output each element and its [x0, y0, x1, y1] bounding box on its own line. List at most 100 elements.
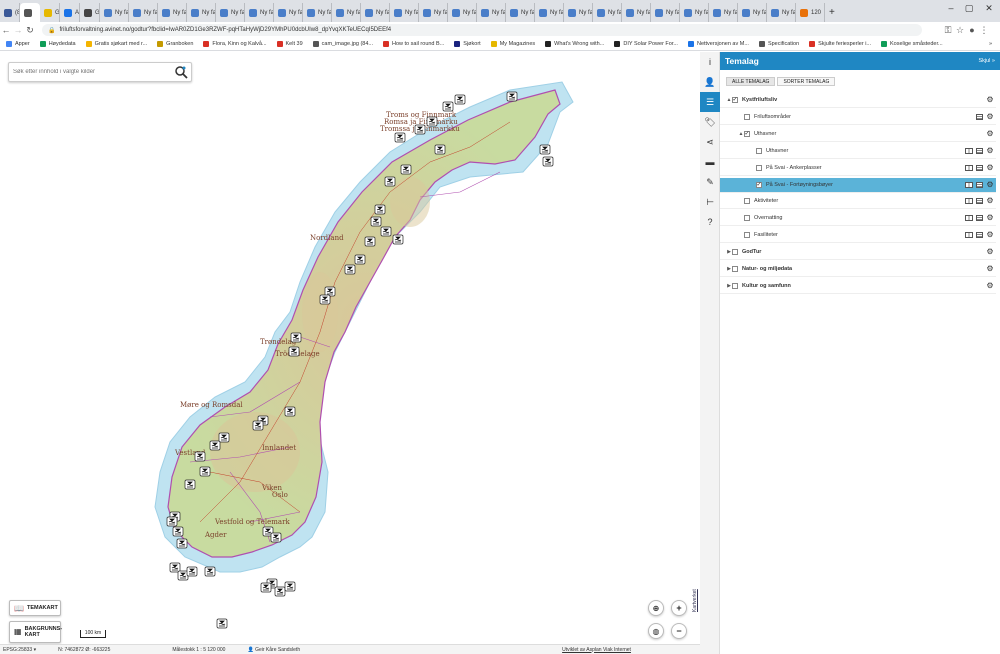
layer-settings-icon[interactable]: ⚙	[986, 231, 994, 239]
help-icon[interactable]: ?	[700, 212, 720, 232]
bookmark-item[interactable]: Høydedata	[39, 41, 76, 47]
browser-tab[interactable]: Ny fane	[506, 3, 535, 22]
layer-row[interactable]: På Svai - Ankerplasser ⚙	[720, 161, 996, 176]
maximize-window-button[interactable]: ▢	[962, 3, 976, 14]
tab-all-layers[interactable]: ALLE TEMALAG	[726, 77, 776, 86]
browser-tab[interactable]: Ny fane	[216, 3, 245, 22]
browser-tab[interactable]: Guli	[40, 3, 60, 22]
mooring-buoy-marker[interactable]	[506, 91, 518, 102]
mooring-buoy-marker[interactable]	[186, 566, 198, 577]
browser-tab[interactable]: Ny fane	[187, 3, 216, 22]
mooring-buoy-marker[interactable]	[184, 479, 196, 490]
bookmark-item[interactable]: Specification	[758, 41, 799, 47]
attribute-table-icon[interactable]	[976, 181, 983, 188]
layer-checkbox[interactable]	[744, 198, 750, 205]
layer-checkbox[interactable]	[756, 147, 762, 154]
bookmark-item[interactable]: Nettversjonen av M...	[687, 41, 749, 47]
browser-tab[interactable]: Ny fane	[651, 3, 680, 22]
mooring-buoy-marker[interactable]	[252, 420, 264, 431]
browser-tab[interactable]: Ny fane	[274, 3, 303, 22]
profile-avatar[interactable]: ●	[966, 25, 978, 35]
mooring-buoy-marker[interactable]	[426, 116, 438, 127]
mooring-buoy-marker[interactable]	[400, 164, 412, 175]
mooring-buoy-marker[interactable]	[199, 466, 211, 477]
bookmark-item[interactable]: cam_image.jpg (84...	[312, 41, 373, 47]
info-icon[interactable]: i	[700, 52, 720, 72]
layer-settings-icon[interactable]: ⚙	[986, 163, 994, 172]
mooring-buoy-marker[interactable]	[284, 406, 296, 417]
key-icon[interactable]: ⚿	[942, 25, 954, 36]
mooring-buoy-marker[interactable]	[542, 156, 554, 167]
browser-tab[interactable]: Ny fane	[390, 3, 419, 22]
locate-button[interactable]: ⊕	[648, 600, 664, 616]
bookmark-item[interactable]: Granboken	[157, 41, 193, 47]
close-window-button[interactable]: ✕	[982, 3, 996, 14]
browser-tab[interactable]: Goo	[80, 3, 100, 22]
mooring-buoy-marker[interactable]	[454, 94, 466, 105]
mooring-buoy-marker[interactable]	[204, 566, 216, 577]
mooring-buoy-marker[interactable]	[319, 294, 331, 305]
mooring-buoy-marker[interactable]	[414, 124, 426, 135]
developer-credit[interactable]: Utviklet av Asplan Viak Internet	[562, 647, 631, 653]
layer-row[interactable]: ▶ Natur- og miljødata ⚙	[720, 262, 996, 277]
menu-icon[interactable]: ⋮	[978, 25, 990, 36]
layer-checkbox[interactable]: ✓	[732, 97, 738, 103]
browser-tab[interactable]: Ny fane	[767, 3, 796, 22]
url-field[interactable]: 🔒 friluftsforvaltning.avinet.no/godtur?f…	[42, 24, 922, 36]
back-icon[interactable]: ←	[0, 25, 12, 35]
bookmark-item[interactable]: Koselige småsteder...	[881, 41, 943, 47]
zoom-in-button[interactable]: +	[671, 600, 687, 616]
attribution-link[interactable]: Kartverket	[692, 589, 698, 612]
layer-settings-icon[interactable]: ⚙	[986, 129, 994, 138]
mooring-buoy-marker[interactable]	[354, 254, 366, 265]
map-view[interactable]: Troms og Finnmark Romsa ja Finnmárku Tro…	[0, 52, 700, 644]
browser-tab[interactable]: Ny fane	[477, 3, 506, 22]
browser-tab[interactable]: Ny fane	[680, 3, 709, 22]
mooring-buoy-marker[interactable]	[177, 570, 189, 581]
browser-tab[interactable]: Ny fane	[448, 3, 477, 22]
browser-tab[interactable]: Ny fane	[100, 3, 129, 22]
minimize-window-button[interactable]: –	[944, 3, 958, 13]
bookmark-item[interactable]: What's Wrong with...	[545, 41, 604, 47]
layer-row[interactable]: ▶ Kultur og samfunn ⚙	[720, 279, 996, 294]
layer-checkbox[interactable]	[732, 282, 738, 289]
browser-tab[interactable]: Ny fane	[332, 3, 361, 22]
attribute-table-icon[interactable]	[976, 147, 983, 154]
legend-icon[interactable]	[965, 181, 973, 188]
browser-tab[interactable]: (8)	[0, 3, 20, 22]
browser-tab[interactable]: Ny fane	[535, 3, 564, 22]
mooring-buoy-marker[interactable]	[260, 582, 272, 593]
browser-tab[interactable]: Ny fane	[158, 3, 187, 22]
layer-checkbox[interactable]	[744, 215, 750, 222]
mooring-buoy-marker[interactable]	[384, 176, 396, 187]
bookmark-item[interactable]: Flora, Kinn og Kalvå...	[203, 41, 267, 47]
layer-settings-icon[interactable]: ⚙	[986, 96, 994, 104]
mooring-buoy-marker[interactable]	[169, 562, 181, 573]
layer-row[interactable]: ▲ ✓ Uthavner ⚙	[720, 127, 996, 142]
browser-tab[interactable]: Ny fane	[361, 3, 390, 22]
mooring-buoy-marker[interactable]	[392, 234, 404, 245]
measure-icon[interactable]: ⊢	[700, 192, 720, 212]
layers-icon[interactable]: ☰	[700, 92, 720, 112]
mooring-buoy-marker[interactable]	[394, 132, 406, 143]
mooring-buoy-marker[interactable]	[209, 440, 221, 451]
search-input[interactable]	[13, 69, 173, 75]
bookmark-item[interactable]: DIY Solar Power For...	[614, 41, 678, 47]
layer-settings-icon[interactable]: ⚙	[986, 265, 994, 273]
mooring-buoy-marker[interactable]	[176, 538, 188, 549]
mooring-buoy-marker[interactable]	[374, 204, 386, 215]
mooring-buoy-marker[interactable]	[290, 332, 302, 343]
layer-settings-icon[interactable]: ⚙	[986, 112, 994, 121]
legend-icon[interactable]	[965, 232, 973, 239]
layer-checkbox[interactable]	[732, 249, 738, 256]
mooring-buoy-marker[interactable]	[539, 144, 551, 155]
layer-settings-icon[interactable]: ⚙	[986, 281, 994, 290]
layer-row[interactable]: Uthavner ⚙	[720, 144, 996, 159]
browser-tab[interactable]: Ny fane	[303, 3, 332, 22]
layer-row[interactable]: Friluftsområder ⚙	[720, 110, 996, 125]
legend-icon[interactable]	[965, 164, 973, 171]
attribute-table-icon[interactable]	[976, 232, 983, 239]
basemap-button[interactable]: ▦ BAKGRUNNS- KART	[9, 621, 62, 643]
reload-icon[interactable]: ↻	[24, 25, 36, 36]
attribute-table-icon[interactable]	[976, 215, 983, 222]
